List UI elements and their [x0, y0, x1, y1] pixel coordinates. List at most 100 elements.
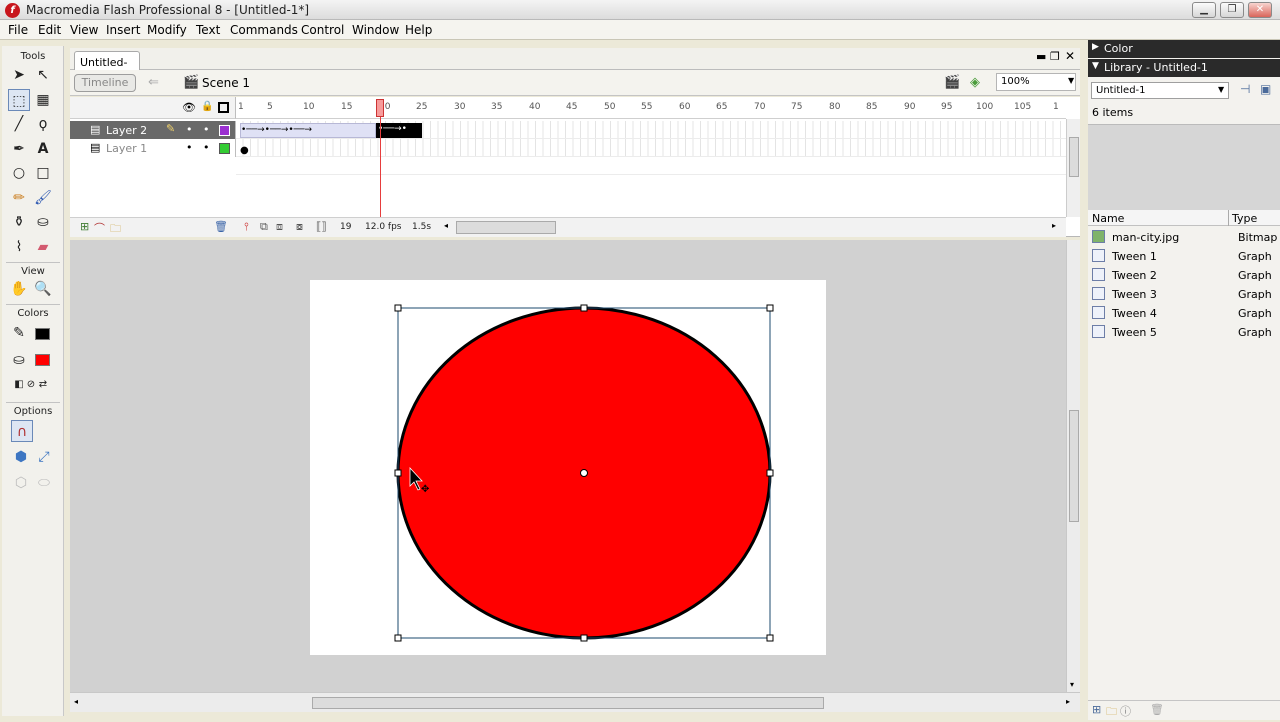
stage-hscroll-thumb[interactable] — [312, 697, 824, 709]
outline-all-icon[interactable] — [218, 102, 229, 113]
delete-icon[interactable]: 🗑 — [1150, 703, 1164, 716]
text-tool-icon[interactable]: A — [32, 138, 54, 160]
edit-multiple-frames-icon[interactable]: ⧇ — [296, 220, 303, 234]
scale-icon[interactable]: ⤢ — [33, 446, 55, 468]
timeline-vscroll[interactable] — [1066, 119, 1080, 217]
handle-bottom-left[interactable] — [394, 634, 402, 642]
line-tool-icon[interactable]: ╱ — [8, 113, 30, 135]
column-type[interactable]: Type — [1232, 212, 1257, 225]
eyedropper-tool-icon[interactable]: ⌇ — [8, 236, 30, 258]
stage-vscroll-thumb[interactable] — [1069, 410, 1079, 522]
library-item[interactable]: Tween 5 Graph — [1088, 323, 1280, 341]
library-item[interactable]: Tween 1 Graph — [1088, 247, 1280, 265]
modify-markers-icon[interactable]: ⟦⟧ — [316, 220, 327, 233]
handle-middle-right[interactable] — [766, 469, 774, 477]
stage-vscroll[interactable]: ▾ — [1066, 240, 1080, 692]
swap-colors-icon[interactable]: ⇄ — [32, 374, 54, 396]
new-folder-icon[interactable]: 🗀 — [1106, 703, 1117, 722]
timeline-vscroll-thumb[interactable] — [1069, 137, 1079, 177]
motion-tween-span[interactable]: •──→•──→•──→ — [240, 123, 376, 138]
show-hide-all-icon[interactable]: 👁 — [182, 101, 196, 114]
selection-tool-icon[interactable]: ➤ — [8, 64, 30, 86]
layer-row-layer-2[interactable]: ▤ Layer 2 ✎ • • — [70, 121, 236, 139]
pasteboard[interactable]: ✥ — [70, 240, 1080, 692]
stage-hscroll[interactable]: ◂ ▸ — [70, 692, 1080, 712]
zoom-field[interactable]: 100% — [996, 73, 1076, 91]
library-item[interactable]: man-city.jpg Bitmap — [1088, 228, 1280, 246]
edit-scene-icon[interactable]: 🎬 — [944, 75, 960, 90]
handle-bottom-center[interactable] — [580, 634, 588, 642]
handle-top-center[interactable] — [580, 304, 588, 312]
snap-to-objects-icon[interactable]: ∩ — [11, 420, 33, 442]
transform-point[interactable] — [580, 469, 588, 477]
new-symbol-icon[interactable]: ⊞ — [1092, 703, 1101, 716]
frame-rate[interactable]: 12.0 fps — [365, 222, 401, 232]
pen-tool-icon[interactable]: ✒ — [8, 138, 30, 160]
menu-text[interactable]: Text — [196, 23, 220, 37]
zoom-tool-icon[interactable]: 🔍 — [32, 278, 54, 300]
scroll-left-icon[interactable]: ◂ — [444, 221, 448, 230]
timeline-toggle-button[interactable]: Timeline — [74, 74, 136, 92]
outline-color-swatch[interactable] — [219, 125, 230, 136]
rectangle-tool-icon[interactable]: □ — [32, 162, 54, 184]
paint-bucket-tool-icon[interactable]: ⛀ — [32, 211, 54, 233]
scroll-left-icon[interactable]: ◂ — [74, 697, 78, 706]
ink-bottle-tool-icon[interactable]: ⚱ — [8, 211, 30, 233]
collapse-arrow-icon[interactable]: ▼ — [1092, 61, 1099, 71]
lock-all-icon[interactable]: 🔒 — [201, 101, 213, 112]
menu-control[interactable]: Control — [301, 23, 344, 37]
color-panel-title[interactable]: ▶ Color — [1088, 40, 1280, 58]
selected-frames[interactable]: •──→• — [376, 123, 422, 138]
scroll-down-icon[interactable]: ▾ — [1070, 680, 1074, 689]
library-item[interactable]: Tween 4 Graph — [1088, 304, 1280, 322]
visibility-dot[interactable]: • — [186, 141, 193, 154]
doc-minimize-icon[interactable]: ▬ — [1036, 50, 1046, 63]
fill-transform-tool-icon[interactable]: ▦ — [32, 89, 54, 111]
delete-layer-icon[interactable]: 🗑 — [214, 220, 228, 233]
pencil-tool-icon[interactable]: ✏ — [8, 187, 30, 209]
eraser-tool-icon[interactable]: ▰ — [32, 236, 54, 258]
insert-folder-icon[interactable]: 🗀 — [110, 220, 121, 239]
lock-dot[interactable]: • — [203, 123, 210, 136]
menu-commands[interactable]: Commands — [230, 23, 298, 37]
expand-arrow-icon[interactable]: ▶ — [1092, 42, 1099, 52]
hand-tool-icon[interactable]: ✋ — [8, 278, 30, 300]
visibility-dot[interactable]: • — [186, 123, 193, 136]
oval-tool-icon[interactable]: ○ — [8, 162, 30, 184]
rotate-skew-icon[interactable]: ⬢ — [10, 446, 32, 468]
subselection-tool-icon[interactable]: ↖ — [32, 64, 54, 86]
onion-outline-icon[interactable]: ⧈ — [276, 220, 283, 234]
menu-insert[interactable]: Insert — [106, 23, 140, 37]
library-panel-title[interactable]: ▼ Library - Untitled-1 — [1088, 59, 1280, 77]
doc-close-icon[interactable]: ✕ — [1065, 49, 1075, 63]
layer-row-layer-1[interactable]: ▤ Layer 1 • • — [70, 139, 236, 157]
menu-file[interactable]: File — [8, 23, 28, 37]
center-frame-icon[interactable]: ⫯ — [244, 220, 249, 234]
menu-window[interactable]: Window — [352, 23, 399, 37]
frame-row-layer-1[interactable] — [236, 139, 1066, 157]
handle-middle-left[interactable] — [394, 469, 402, 477]
handle-bottom-right[interactable] — [766, 634, 774, 642]
handle-top-right[interactable] — [766, 304, 774, 312]
scroll-right-icon[interactable]: ▸ — [1052, 221, 1056, 230]
pin-icon[interactable]: ⊣ — [1240, 82, 1250, 96]
close-button[interactable]: ✕ — [1248, 2, 1272, 18]
timeline-hscroll-thumb[interactable] — [456, 221, 556, 234]
keyframe-dot[interactable]: ● — [240, 145, 249, 156]
new-library-panel-icon[interactable]: ▣ — [1260, 82, 1271, 96]
handle-top-left[interactable] — [394, 304, 402, 312]
menu-help[interactable]: Help — [405, 23, 432, 37]
edit-symbol-icon[interactable]: ◈ — [970, 75, 980, 90]
menu-edit[interactable]: Edit — [38, 23, 61, 37]
free-transform-tool-icon[interactable]: ⬚ — [8, 89, 30, 111]
menu-view[interactable]: View — [70, 23, 98, 37]
lasso-tool-icon[interactable]: ϙ — [32, 113, 54, 135]
scroll-right-icon[interactable]: ▸ — [1066, 697, 1070, 706]
onion-skin-icon[interactable]: ⧉ — [260, 220, 268, 234]
insert-layer-icon[interactable]: ⊞ — [80, 220, 89, 233]
library-item[interactable]: Tween 2 Graph — [1088, 266, 1280, 284]
frames-area[interactable]: 1 5 10 15 20 25 30 35 40 45 50 55 60 65 … — [236, 97, 1066, 235]
restore-button[interactable]: ❐ — [1220, 2, 1244, 18]
properties-icon[interactable]: ⓘ — [1120, 703, 1131, 719]
frame-ruler[interactable]: 1 5 10 15 20 25 30 35 40 45 50 55 60 65 … — [236, 97, 1066, 119]
